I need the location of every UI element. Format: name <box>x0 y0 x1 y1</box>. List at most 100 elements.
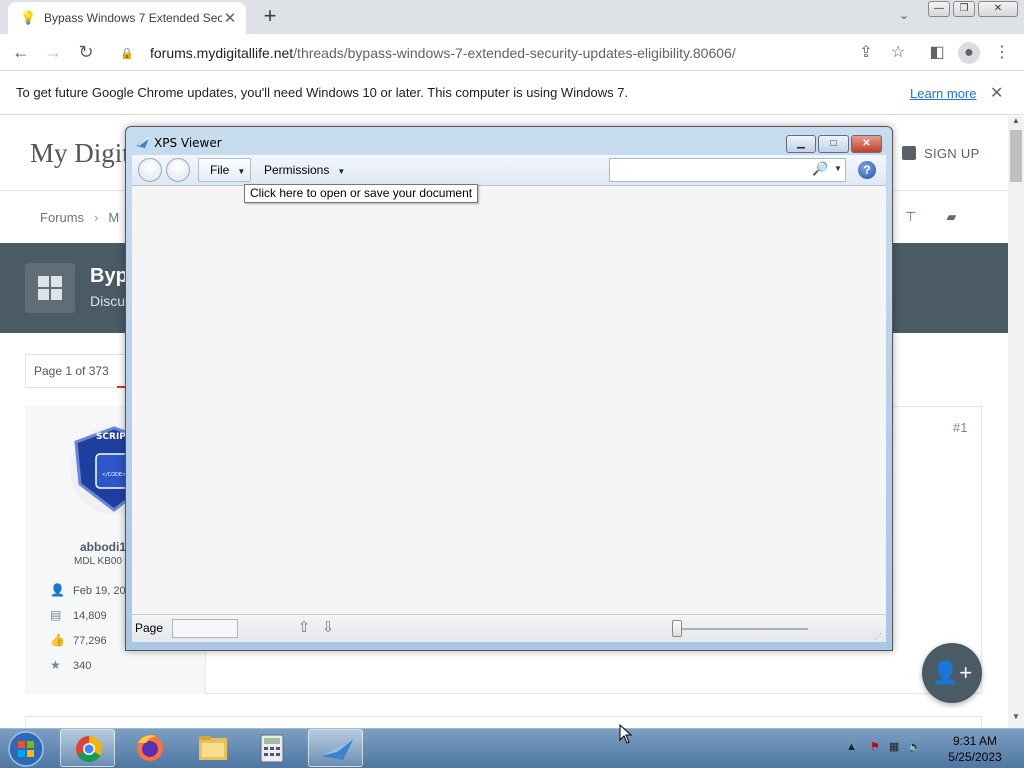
permissions-menu-label: Permissions <box>264 163 330 177</box>
stat-points: ★ 340 <box>50 658 91 672</box>
update-infobar: To get future Google Chrome updates, you… <box>0 71 1024 115</box>
forward-circle-button[interactable] <box>166 158 190 182</box>
breadcrumb-forums[interactable]: Forums <box>40 210 84 225</box>
file-dropdown-arrow-icon: ▼ <box>237 167 246 176</box>
restore-button[interactable]: ❐ <box>953 1 975 17</box>
xps-minimize-button[interactable]: ▁ <box>786 135 816 153</box>
svg-text:</CODE>: </CODE> <box>102 472 127 478</box>
infobar-close-icon[interactable]: ✕ <box>990 83 1003 103</box>
search-dropdown-arrow-icon[interactable]: ▼ <box>834 164 842 173</box>
message-icon: ▤ <box>50 608 62 622</box>
breadcrumb-actions: ⊤ ▰ <box>905 209 956 225</box>
next-page-arrow-icon[interactable]: ⇩ <box>320 618 336 638</box>
thumbs-up-icon: 👍 <box>50 633 65 647</box>
permissions-dropdown-arrow-icon: ▼ <box>337 167 346 176</box>
sitemap-icon[interactable]: ⊤ <box>905 209 916 224</box>
url-path: /threads/bypass-windows-7-extended-secur… <box>293 45 736 61</box>
signup-button[interactable]: SIGN UP <box>902 146 980 161</box>
document-area[interactable] <box>132 186 886 614</box>
tab-close-icon[interactable]: ✕ <box>222 9 238 27</box>
next-post-card <box>25 716 982 728</box>
likes-value: 77,296 <box>73 635 107 647</box>
points-value: 340 <box>73 660 92 672</box>
lock-icon: 🔒 <box>120 47 134 60</box>
firefox-icon <box>137 735 163 761</box>
user-icon: 👤 <box>50 583 65 597</box>
star-icon[interactable]: ☆ <box>887 42 909 64</box>
taskbar-chrome[interactable] <box>60 729 115 767</box>
taskbar-xps-viewer[interactable] <box>308 729 363 767</box>
xps-viewer-icon <box>321 740 353 760</box>
zoom-slider-thumb[interactable] <box>672 620 682 637</box>
network-icon[interactable]: ▦ <box>889 741 899 753</box>
taskbar-calculator[interactable] <box>245 729 300 767</box>
xps-window-title: XPS Viewer <box>154 136 222 150</box>
file-menu-label: File <box>210 163 230 177</box>
page-number-input[interactable] <box>172 619 238 638</box>
thread-subtitle: Discu <box>90 293 126 309</box>
scroll-up-arrow-icon[interactable]: ▲ <box>1008 116 1024 130</box>
stat-likes: 👍 77,296 <box>50 633 107 647</box>
stat-joined: 👤 Feb 19, 20 <box>50 583 126 597</box>
learn-more-link[interactable]: Learn more <box>910 86 976 101</box>
xps-search-input[interactable] <box>609 158 846 182</box>
share-icon[interactable]: ⇪ <box>855 42 877 64</box>
side-panel-icon[interactable]: ◧ <box>926 42 948 64</box>
thread-title: Byp <box>90 265 128 287</box>
joined-value: Feb 19, 20 <box>73 585 126 597</box>
start-button[interactable] <box>6 729 46 768</box>
browser-tab[interactable]: 💡 Bypass Windows 7 Extended Sec ✕ <box>8 2 246 34</box>
taskbar-firefox[interactable] <box>122 729 177 767</box>
xps-maximize-button[interactable]: □ <box>818 135 849 153</box>
url-text: forums.mydigitallife.net/threads/bypass-… <box>150 45 736 61</box>
previous-page-arrow-icon[interactable]: ⇧ <box>296 618 312 638</box>
kebab-menu-icon[interactable]: ⋮ <box>991 42 1013 64</box>
help-icon[interactable]: ? <box>858 161 876 179</box>
magnifier-icon[interactable]: 🔎 <box>812 161 828 177</box>
breadcrumb: Forums › M <box>40 210 119 225</box>
back-circle-button[interactable] <box>138 158 162 182</box>
file-menu-button[interactable]: File ▼ <box>198 158 251 182</box>
chat-icon[interactable]: ▰ <box>946 209 956 224</box>
tab-search-chevron-icon[interactable]: ⌄ <box>894 8 914 26</box>
scrollbar-thumb[interactable] <box>1010 130 1022 182</box>
calculator-icon <box>260 734 284 763</box>
action-center-flag-icon[interactable]: ⚑ <box>870 741 880 753</box>
new-tab-button[interactable]: + <box>258 5 282 29</box>
profile-icon[interactable]: ● <box>958 42 980 64</box>
show-hidden-icons-arrow-icon[interactable]: ▲ <box>846 741 857 753</box>
address-bar[interactable]: 🔒 forums.mydigitallife.net/threads/bypas… <box>112 37 920 69</box>
taskbar-clock[interactable]: 9:31 AM 5/25/2023 <box>940 733 1010 765</box>
close-button[interactable]: ✕ <box>978 1 1018 17</box>
scroll-down-arrow-icon[interactable]: ▼ <box>1008 712 1024 726</box>
star-icon: ★ <box>50 658 61 672</box>
zoom-slider-track[interactable] <box>672 628 808 630</box>
post-number[interactable]: #1 <box>953 420 967 435</box>
forward-arrow-icon[interactable]: → <box>40 39 66 65</box>
username[interactable]: abbodi1 <box>80 540 126 554</box>
clock-time: 9:31 AM <box>952 734 998 748</box>
breadcrumb-next[interactable]: M <box>108 210 119 225</box>
signup-label: SIGN UP <box>924 146 980 161</box>
mouse-cursor-icon <box>619 724 633 744</box>
folder-icon <box>199 736 227 760</box>
page-selector[interactable]: Page 1 of 373 <box>25 354 117 388</box>
user-title: MDL KB00 <box>74 556 122 567</box>
back-arrow-icon[interactable]: ← <box>8 39 34 65</box>
add-user-button[interactable]: 👤+ <box>922 643 982 703</box>
messages-value: 14,809 <box>73 610 107 622</box>
permissions-menu-button[interactable]: Permissions ▼ <box>256 158 356 182</box>
minimize-button[interactable]: — <box>928 1 950 17</box>
system-tray: ▲ ⚑ ▦ 🔈 <box>846 740 922 753</box>
volume-muted-icon[interactable]: 🔈 <box>908 741 922 753</box>
xps-app-icon <box>136 137 150 148</box>
file-menu-tooltip: Click here to open or save your document <box>244 184 478 203</box>
reload-icon[interactable]: ↻ <box>73 39 99 65</box>
page-scrollbar[interactable] <box>1008 116 1024 728</box>
resize-grip-icon[interactable]: ⋰ <box>874 632 882 641</box>
stat-messages: ▤ 14,809 <box>50 608 107 622</box>
tab-title: Bypass Windows 7 Extended Sec <box>44 11 222 25</box>
lightbulb-icon: 💡 <box>20 10 37 25</box>
xps-close-button[interactable]: ✕ <box>851 135 882 153</box>
taskbar-explorer[interactable] <box>185 729 240 767</box>
